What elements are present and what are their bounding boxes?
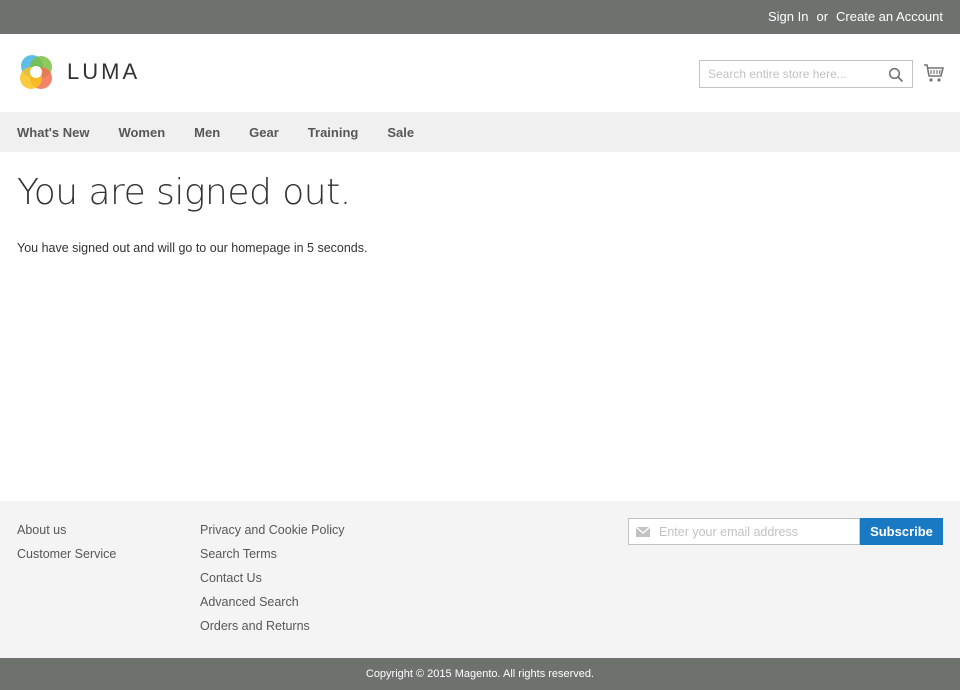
- footer-link-advanced-search[interactable]: Advanced Search: [200, 590, 345, 614]
- top-bar: Sign In or Create an Account: [0, 0, 960, 34]
- footer-links-column-2: Privacy and Cookie Policy Search Terms C…: [200, 518, 345, 638]
- header-links: Sign In or Create an Account: [768, 9, 943, 24]
- nav-item-whats-new[interactable]: What's New: [17, 125, 89, 140]
- main-content: You are signed out. You have signed out …: [17, 152, 943, 255]
- signout-message: You have signed out and will go to our h…: [17, 241, 368, 255]
- newsletter-form: Subscribe: [628, 518, 943, 545]
- footer-link-about-us[interactable]: About us: [17, 518, 116, 542]
- newsletter-field: [628, 518, 860, 545]
- footer-link-orders-returns[interactable]: Orders and Returns: [200, 614, 345, 638]
- page-header: LUMA: [0, 34, 960, 112]
- footer-links-column-1: About us Customer Service: [17, 518, 116, 566]
- subscribe-button[interactable]: Subscribe: [860, 518, 943, 545]
- copyright: Copyright © 2015 Magento. All rights res…: [0, 658, 960, 690]
- newsletter-email-input[interactable]: [653, 519, 853, 544]
- footer-link-privacy-policy[interactable]: Privacy and Cookie Policy: [200, 518, 345, 542]
- nav-item-gear[interactable]: Gear: [249, 125, 279, 140]
- luma-logo-icon: [20, 55, 52, 89]
- nav-item-sale[interactable]: Sale: [387, 125, 414, 140]
- nav-item-women[interactable]: Women: [118, 125, 165, 140]
- search-icon[interactable]: [888, 67, 904, 83]
- search-box: [699, 60, 913, 88]
- sign-in-link[interactable]: Sign In: [768, 9, 808, 24]
- create-account-link[interactable]: Create an Account: [836, 9, 943, 24]
- nav-item-training[interactable]: Training: [308, 125, 359, 140]
- footer-link-customer-service[interactable]: Customer Service: [17, 542, 116, 566]
- nav-item-men[interactable]: Men: [194, 125, 220, 140]
- logo[interactable]: LUMA: [17, 53, 140, 91]
- or-separator: or: [816, 9, 829, 24]
- brand-name: LUMA: [67, 59, 141, 84]
- cart-icon[interactable]: [923, 62, 945, 84]
- mail-icon: [636, 527, 650, 537]
- footer-link-contact-us[interactable]: Contact Us: [200, 566, 345, 590]
- search-input[interactable]: [700, 61, 882, 87]
- footer-link-search-terms[interactable]: Search Terms: [200, 542, 345, 566]
- page-title: You are signed out.: [17, 172, 351, 213]
- main-navigation: What's New Women Men Gear Training Sale: [0, 112, 960, 152]
- page-footer: About us Customer Service Privacy and Co…: [0, 501, 960, 658]
